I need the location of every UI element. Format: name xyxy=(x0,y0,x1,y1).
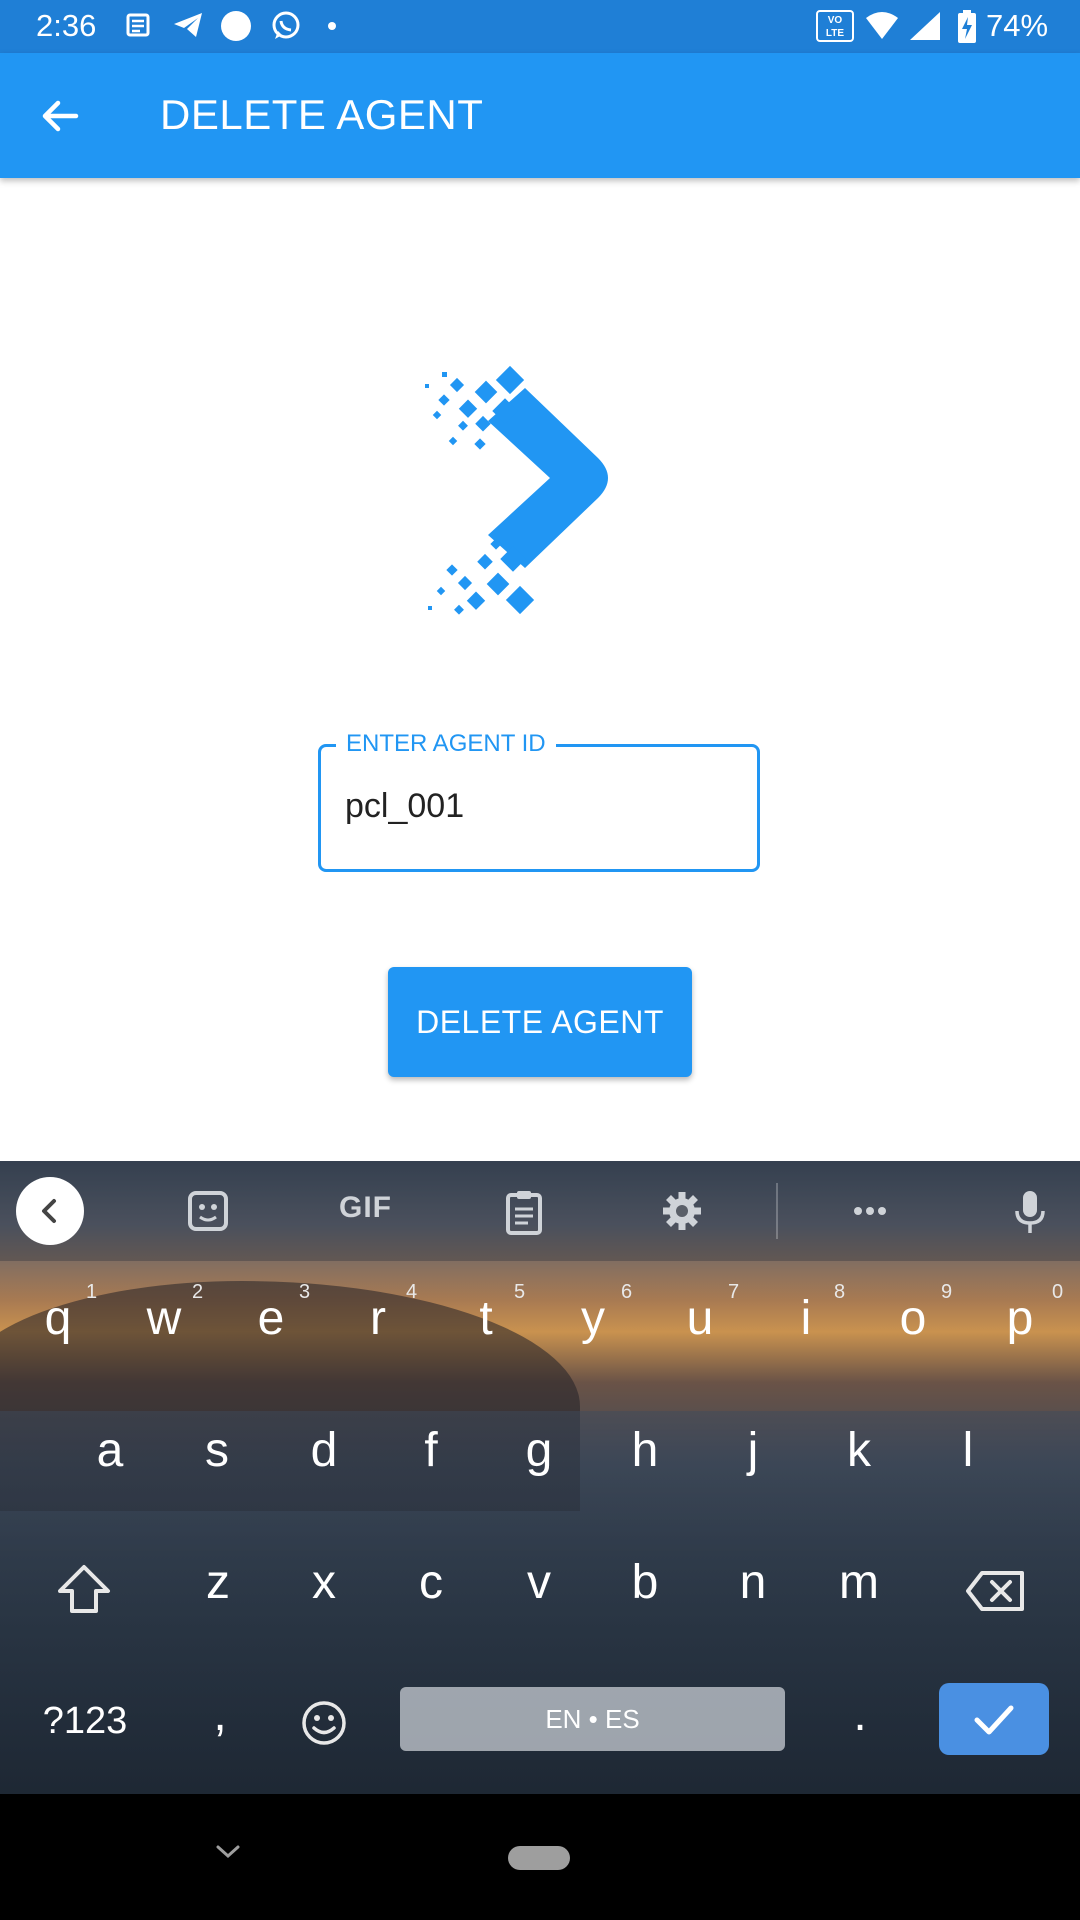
key-comma[interactable]: , xyxy=(200,1685,240,1745)
navigation-bar xyxy=(0,1794,1080,1920)
wifi-icon xyxy=(866,12,898,39)
agent-id-input[interactable]: pcl_001 xyxy=(345,787,464,826)
news-icon xyxy=(126,13,150,37)
key-i[interactable]: 8i xyxy=(768,1281,845,1349)
key-v[interactable]: v xyxy=(501,1553,577,1613)
key-n[interactable]: n xyxy=(715,1553,791,1613)
key-u[interactable]: 7u xyxy=(662,1281,739,1349)
key-d[interactable]: d xyxy=(286,1421,362,1481)
agent-id-field[interactable]: ENTER AGENT ID pcl_001 xyxy=(318,730,760,872)
back-arrow-icon[interactable] xyxy=(36,91,86,141)
checkmark-icon xyxy=(974,1705,1014,1735)
page-title: DELETE AGENT xyxy=(160,91,484,138)
key-y[interactable]: 6y xyxy=(555,1281,632,1349)
more-notifications-icon xyxy=(328,22,336,30)
backspace-icon[interactable] xyxy=(964,1569,1026,1613)
key-x[interactable]: x xyxy=(286,1553,362,1613)
key-f[interactable]: f xyxy=(393,1421,469,1481)
agent-id-label: ENTER AGENT ID xyxy=(336,730,556,758)
telegram-icon xyxy=(174,13,202,37)
key-w[interactable]: 2w xyxy=(126,1281,203,1349)
battery-charging-icon xyxy=(958,10,976,43)
toolbar-divider xyxy=(776,1183,778,1239)
key-s[interactable]: s xyxy=(179,1421,255,1481)
key-m[interactable]: m xyxy=(821,1553,897,1613)
key-g[interactable]: g xyxy=(501,1421,577,1481)
key-l[interactable]: l xyxy=(930,1421,1006,1481)
sticker-icon[interactable] xyxy=(186,1189,230,1233)
spacebar[interactable]: EN • ES xyxy=(400,1687,785,1751)
symbols-key[interactable]: ?123 xyxy=(30,1691,140,1751)
key-q[interactable]: 1q xyxy=(20,1281,97,1349)
chevron-left-icon xyxy=(42,1199,56,1223)
hide-keyboard-chevron-icon[interactable] xyxy=(213,1842,243,1862)
volte-icon: VO LTE xyxy=(816,10,854,42)
key-period[interactable]: . xyxy=(840,1685,880,1745)
key-z[interactable]: z xyxy=(180,1553,256,1613)
signal-icon xyxy=(910,12,940,40)
enter-key[interactable] xyxy=(939,1683,1049,1755)
key-e[interactable]: 3e xyxy=(233,1281,310,1349)
status-bar: 2:36 VO LTE 74% xyxy=(0,0,1080,53)
key-r[interactable]: 4r xyxy=(340,1281,417,1349)
shift-icon[interactable] xyxy=(56,1563,112,1615)
keyboard-toolbar: GIF xyxy=(0,1161,1080,1261)
soft-keyboard: GIF 1q 2w 3e 4r 5t 6y 7u 8 i 9 o 0 p a s… xyxy=(0,1161,1080,1794)
emoji-icon[interactable] xyxy=(300,1699,348,1747)
svg-text:LTE: LTE xyxy=(826,28,844,39)
svg-text:VO: VO xyxy=(828,15,843,26)
more-options-icon[interactable] xyxy=(848,1189,892,1233)
collapse-toolbar-button[interactable] xyxy=(16,1177,84,1245)
clipboard-icon[interactable] xyxy=(504,1189,544,1235)
key-j[interactable]: j xyxy=(715,1421,791,1481)
microphone-icon[interactable] xyxy=(1010,1189,1050,1237)
key-p[interactable]: 0p xyxy=(982,1281,1063,1349)
battery-percent: 74% xyxy=(986,8,1049,43)
gif-button[interactable]: GIF xyxy=(339,1191,392,1225)
notification-dot-icon xyxy=(221,11,251,41)
key-a[interactable]: a xyxy=(72,1421,148,1481)
key-b[interactable]: b xyxy=(607,1553,683,1613)
key-h[interactable]: h xyxy=(607,1421,683,1481)
key-c[interactable]: c xyxy=(393,1553,469,1613)
key-t[interactable]: 5t xyxy=(448,1281,525,1349)
settings-gear-icon[interactable] xyxy=(660,1189,704,1233)
whatsapp-icon xyxy=(272,11,300,39)
status-time: 2:36 xyxy=(36,8,97,43)
app-logo-icon xyxy=(425,365,608,615)
delete-agent-button[interactable]: DELETE AGENT xyxy=(388,967,692,1077)
key-o[interactable]: 9o xyxy=(875,1281,952,1349)
home-pill[interactable] xyxy=(508,1846,570,1870)
app-bar: DELETE AGENT xyxy=(0,53,1080,178)
key-k[interactable]: k xyxy=(821,1421,897,1481)
